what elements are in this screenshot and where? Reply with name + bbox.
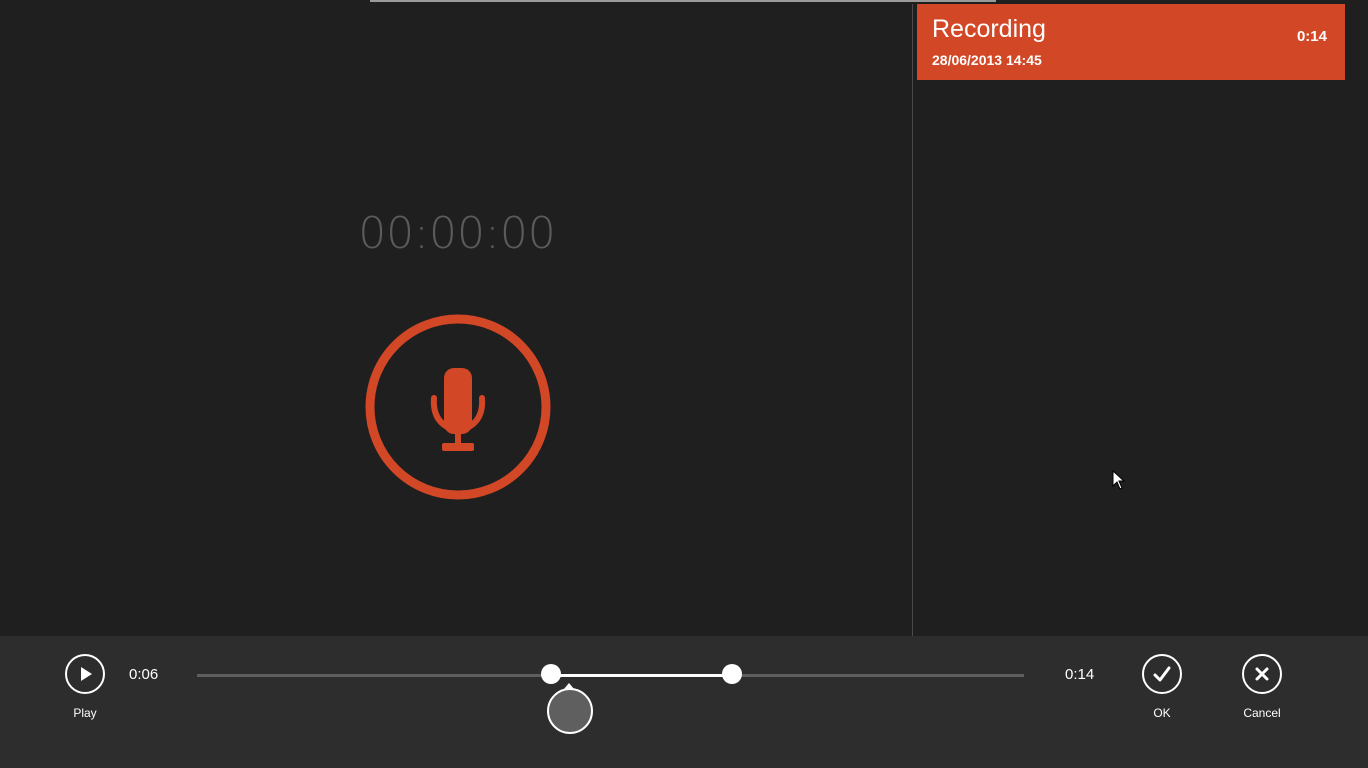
panel-divider bbox=[912, 4, 913, 636]
trim-end-handle[interactable] bbox=[721, 664, 742, 684]
checkmark-icon bbox=[1153, 666, 1171, 682]
ok-button[interactable]: OK bbox=[1127, 654, 1197, 720]
microphone-icon bbox=[365, 314, 551, 500]
recorder-area: 00:00:00 bbox=[0, 0, 912, 636]
play-button[interactable]: Play bbox=[50, 654, 120, 720]
close-icon bbox=[1255, 667, 1269, 681]
cancel-button[interactable]: Cancel bbox=[1227, 654, 1297, 720]
cancel-label: Cancel bbox=[1243, 706, 1281, 720]
recording-timer: 00:00:00 bbox=[358, 208, 556, 259]
recording-title: Recording bbox=[932, 15, 1046, 43]
play-label: Play bbox=[73, 706, 97, 720]
trim-end-time: 0:14 bbox=[1065, 666, 1095, 683]
app-bar: Play 0:06 0:14 OK Cancel bbox=[0, 636, 1368, 768]
play-icon bbox=[81, 667, 92, 681]
trim-start-time: 0:06 bbox=[129, 666, 159, 683]
mouse-cursor-icon bbox=[1112, 470, 1126, 490]
ok-label: OK bbox=[1153, 706, 1171, 720]
record-button[interactable] bbox=[364, 313, 552, 501]
trim-start-handle[interactable] bbox=[541, 664, 562, 684]
recording-list-item[interactable]: Recording 28/06/2013 14:45 0:14 bbox=[917, 4, 1345, 80]
playhead-handle[interactable] bbox=[547, 688, 594, 734]
recording-duration: 0:14 bbox=[1296, 28, 1327, 45]
recording-date: 28/06/2013 14:45 bbox=[932, 52, 1042, 68]
trim-selected-range bbox=[551, 674, 732, 677]
